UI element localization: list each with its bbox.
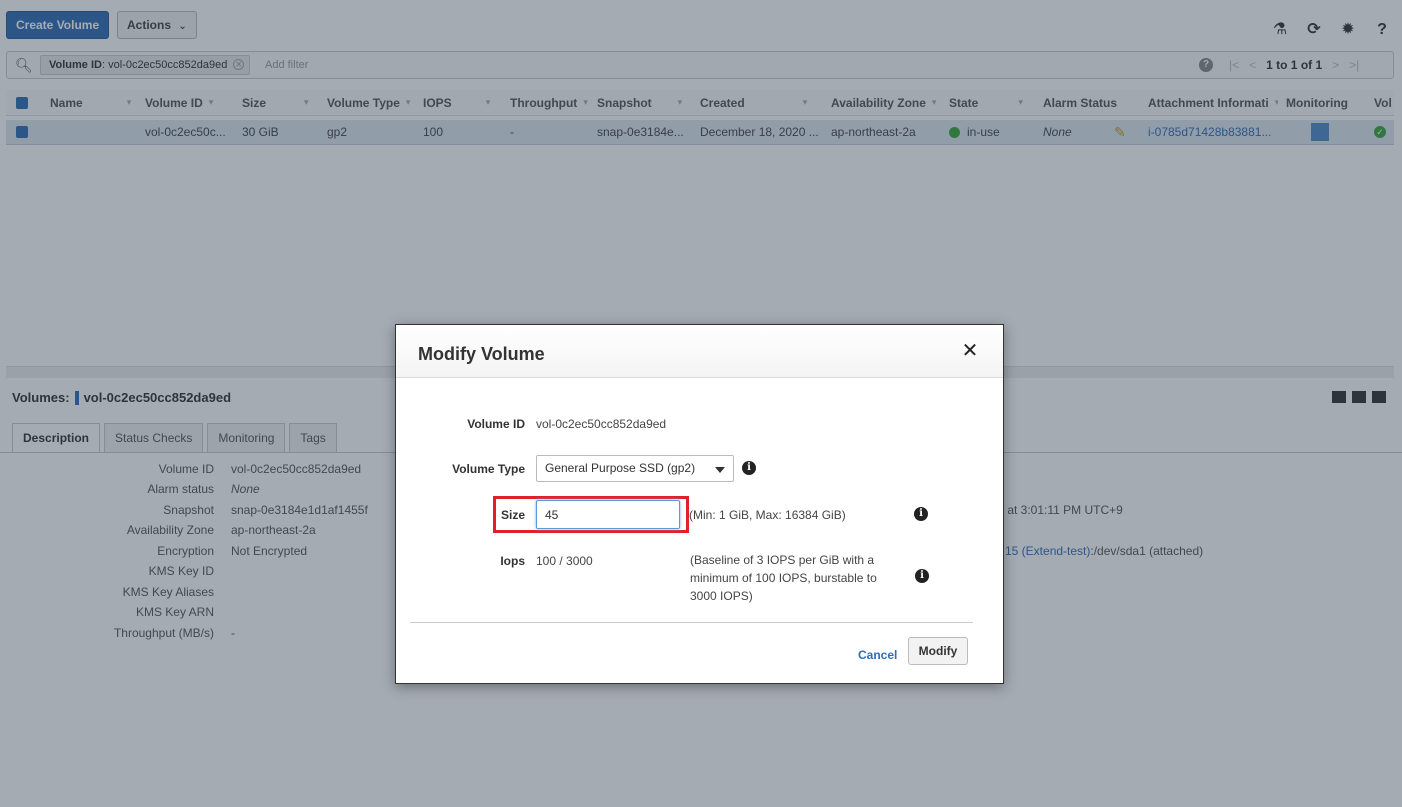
dropdown-caret-icon: [715, 467, 725, 473]
iops-hint: (Baseline of 3 IOPS per GiB with a minim…: [690, 553, 877, 603]
close-icon[interactable]: ✕: [961, 341, 979, 361]
volume-type-value: General Purpose SSD (gp2): [545, 461, 696, 475]
volume-id-label: Volume ID: [467, 417, 525, 431]
dialog-divider: [410, 622, 973, 623]
size-input[interactable]: [536, 500, 680, 529]
size-hint: (Min: 1 GiB, Max: 16384 GiB): [689, 508, 846, 522]
iops-value: 100 / 3000: [536, 554, 593, 568]
volume-id-value: vol-0c2ec50cc852da9ed: [536, 417, 667, 431]
dialog-header: Modify Volume ✕: [396, 325, 1003, 378]
iops-info-icon[interactable]: i: [915, 569, 929, 583]
volume-type-label: Volume Type: [452, 462, 525, 476]
size-label: Size: [500, 508, 525, 522]
iops-label: Iops: [500, 554, 525, 568]
volume-type-select[interactable]: General Purpose SSD (gp2): [536, 455, 734, 482]
volume-type-info-icon[interactable]: i: [742, 461, 756, 475]
modify-volume-dialog: Modify Volume ✕ Volume ID vol-0c2ec50cc8…: [395, 324, 1004, 684]
size-info-icon[interactable]: i: [914, 507, 928, 521]
dialog-title: Modify Volume: [418, 344, 545, 364]
cancel-button[interactable]: Cancel: [858, 648, 897, 662]
modify-button[interactable]: Modify: [908, 637, 968, 665]
